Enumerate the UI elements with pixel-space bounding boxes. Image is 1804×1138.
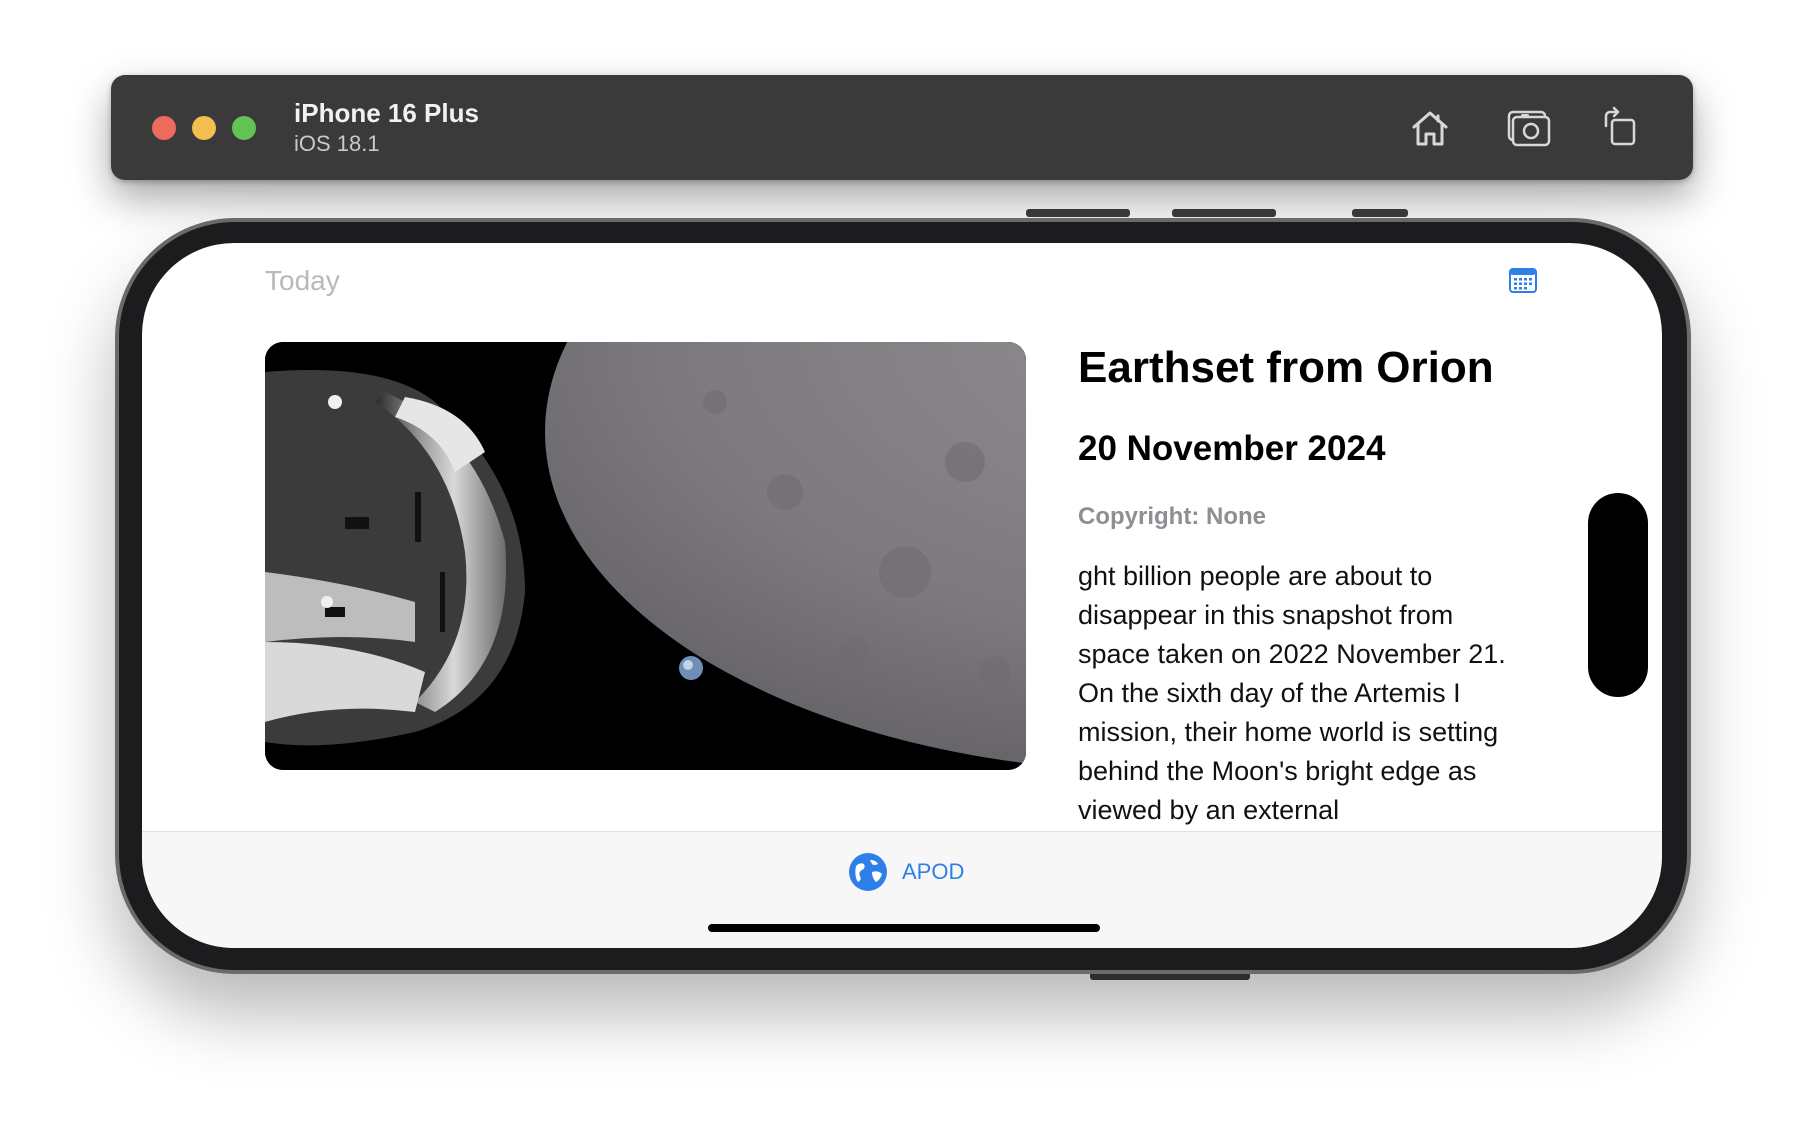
home-icon (1412, 111, 1448, 146)
home-indicator (708, 924, 1100, 932)
rotate-button[interactable] (1594, 102, 1646, 154)
device-name: iPhone 16 Plus (294, 98, 479, 128)
close-window-button[interactable] (152, 116, 176, 140)
minimize-window-button[interactable] (192, 116, 216, 140)
os-version: iOS 18.1 (294, 131, 380, 156)
calendar-button[interactable] (1508, 265, 1538, 295)
phone-screen: Today Earthset from Orion 20 November 20… (142, 243, 1662, 948)
action-button (1352, 209, 1408, 217)
tab-apod-label: APOD (902, 859, 965, 884)
earthset-photo (265, 342, 1026, 770)
apod-explanation[interactable]: ght billion people are about to disappea… (1078, 557, 1518, 827)
zoom-window-button[interactable] (232, 116, 256, 140)
rotate-icon (1604, 106, 1636, 146)
camera-icon (1507, 110, 1551, 147)
nav-title: Today (265, 265, 340, 296)
dynamic-island (1588, 493, 1648, 697)
calendar-icon (1509, 268, 1537, 293)
apod-title: Earthset from Orion (1078, 343, 1494, 392)
volume-up-button (1026, 209, 1130, 217)
apod-image[interactable] (265, 342, 1026, 770)
home-button[interactable] (1404, 102, 1456, 154)
tab-bar: APOD (142, 831, 1662, 948)
tab-apod[interactable]: APOD (848, 852, 964, 892)
simulator-window: iPhone 16 Plus iOS 18.1 Today Earthset f… (0, 0, 1804, 1138)
screenshot-button[interactable] (1503, 102, 1555, 154)
apod-copyright: Copyright: None (1078, 503, 1266, 530)
apod-date: 20 November 2024 (1078, 429, 1386, 468)
volume-down-button (1172, 209, 1276, 217)
globe-icon (849, 853, 887, 891)
